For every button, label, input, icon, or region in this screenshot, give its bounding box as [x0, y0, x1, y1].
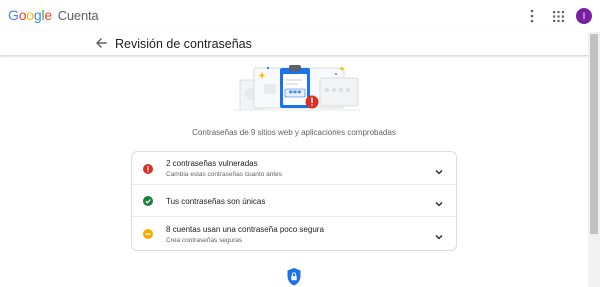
chevron-down-icon[interactable]	[434, 164, 444, 175]
masked-password-text: ***	[289, 89, 302, 98]
check-circle-icon	[143, 196, 153, 206]
check-item-subtitle: Cambia estas contraseñas cuanto antes	[166, 171, 282, 178]
password-checkup-illustration: ***	[232, 62, 362, 116]
check-item-title: Tus contraseñas son únicas	[166, 197, 266, 206]
more-options-icon[interactable]	[524, 6, 540, 26]
page-title: Revisión de contraseñas	[115, 37, 252, 51]
chevron-down-icon[interactable]	[434, 229, 444, 240]
check-item-title: 2 contraseñas vulneradas	[166, 159, 258, 168]
chevron-down-icon[interactable]	[434, 196, 444, 207]
checkup-summary: Contraseñas de 9 sitios web y aplicacion…	[192, 128, 396, 137]
top-bar: Google Cuenta I	[0, 0, 600, 32]
check-item-reused[interactable]: Tus contraseñas son únicas	[132, 185, 456, 217]
check-item-title: 8 cuentas usan una contraseña poco segur…	[166, 225, 324, 234]
scrollbar[interactable]	[588, 32, 600, 287]
check-item-subtitle: Crea contraseñas seguras	[166, 237, 243, 244]
shield-lock-icon	[286, 267, 302, 287]
google-apps-icon[interactable]	[550, 6, 566, 26]
alert-circle-icon	[143, 164, 153, 174]
check-item-weak[interactable]: 8 cuentas usan una contraseña poco segur…	[132, 217, 456, 251]
top-bar-actions: I	[524, 6, 592, 26]
back-arrow-icon[interactable]	[94, 36, 108, 50]
password-checkup-results: 2 contraseñas vulneradas Cambia estas co…	[131, 151, 457, 251]
scrollbar-thumb[interactable]	[590, 34, 598, 234]
google-account-logo[interactable]: Google Cuenta	[8, 7, 99, 23]
warning-circle-icon	[143, 229, 153, 239]
account-avatar[interactable]: I	[576, 8, 592, 24]
product-name: Cuenta	[57, 8, 99, 23]
page-header: Revisión de contraseñas	[0, 32, 588, 56]
check-item-compromised[interactable]: 2 contraseñas vulneradas Cambia estas co…	[132, 152, 456, 185]
